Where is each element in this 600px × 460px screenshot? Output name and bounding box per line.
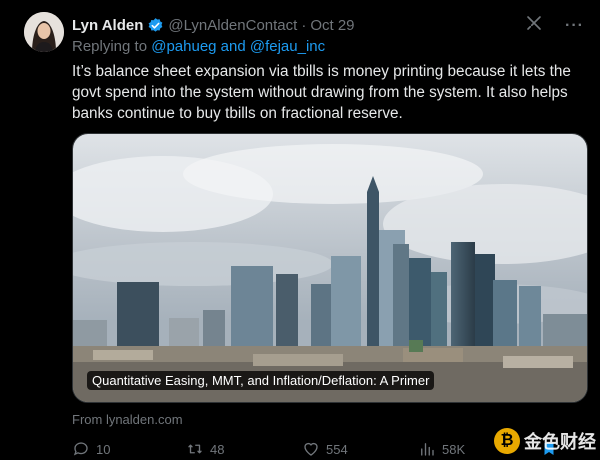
views-button[interactable]: 58K [418,440,465,458]
repost-count: 48 [210,441,225,457]
tweet-header: Lyn Alden @LynAldenContact · Oct 29 ··· [72,14,584,36]
verified-badge-icon [147,17,164,34]
views-icon [421,443,434,456]
watermark: ₿ 金色财经 [494,428,596,454]
replying-to: Replying to @pahueg and @fejau_inc [72,38,325,55]
tweet: Lyn Alden @LynAldenContact · Oct 29 ··· … [0,0,600,458]
watermark-logo-icon: ₿ [494,428,520,454]
link-card[interactable]: Quantitative Easing, MMT, and Inflation/… [72,133,588,403]
repost-button[interactable]: 48 [186,440,224,458]
author-name[interactable]: Lyn Alden [72,17,143,34]
tweet-text: It’s balance sheet expansion via tbills … [72,63,571,122]
repost-icon [188,444,202,454]
header-actions: ··· [525,14,584,37]
reply-mentions[interactable]: @pahueg and @fejau_inc [151,38,325,55]
replying-prefix: Replying to [72,38,148,55]
like-icon [304,442,318,456]
reply-button[interactable]: 10 [72,440,110,458]
card-title: Quantitative Easing, MMT, and Inflation/… [87,371,435,390]
card-image [73,134,587,402]
tweet-date[interactable]: Oct 29 [310,17,354,34]
reply-count: 10 [96,441,111,457]
watermark-text: 金色财经 [524,432,596,452]
more-icon[interactable]: ··· [565,17,584,35]
grok-icon[interactable] [525,14,543,37]
reply-icon [73,442,88,456]
separator-dot: · [301,16,307,34]
card-source[interactable]: From lynalden.com [72,412,183,427]
like-button[interactable]: 554 [302,440,348,458]
like-count: 554 [326,441,348,457]
views-count: 58K [442,441,466,457]
avatar[interactable] [24,12,64,52]
author-handle[interactable]: @LynAldenContact [168,17,297,34]
